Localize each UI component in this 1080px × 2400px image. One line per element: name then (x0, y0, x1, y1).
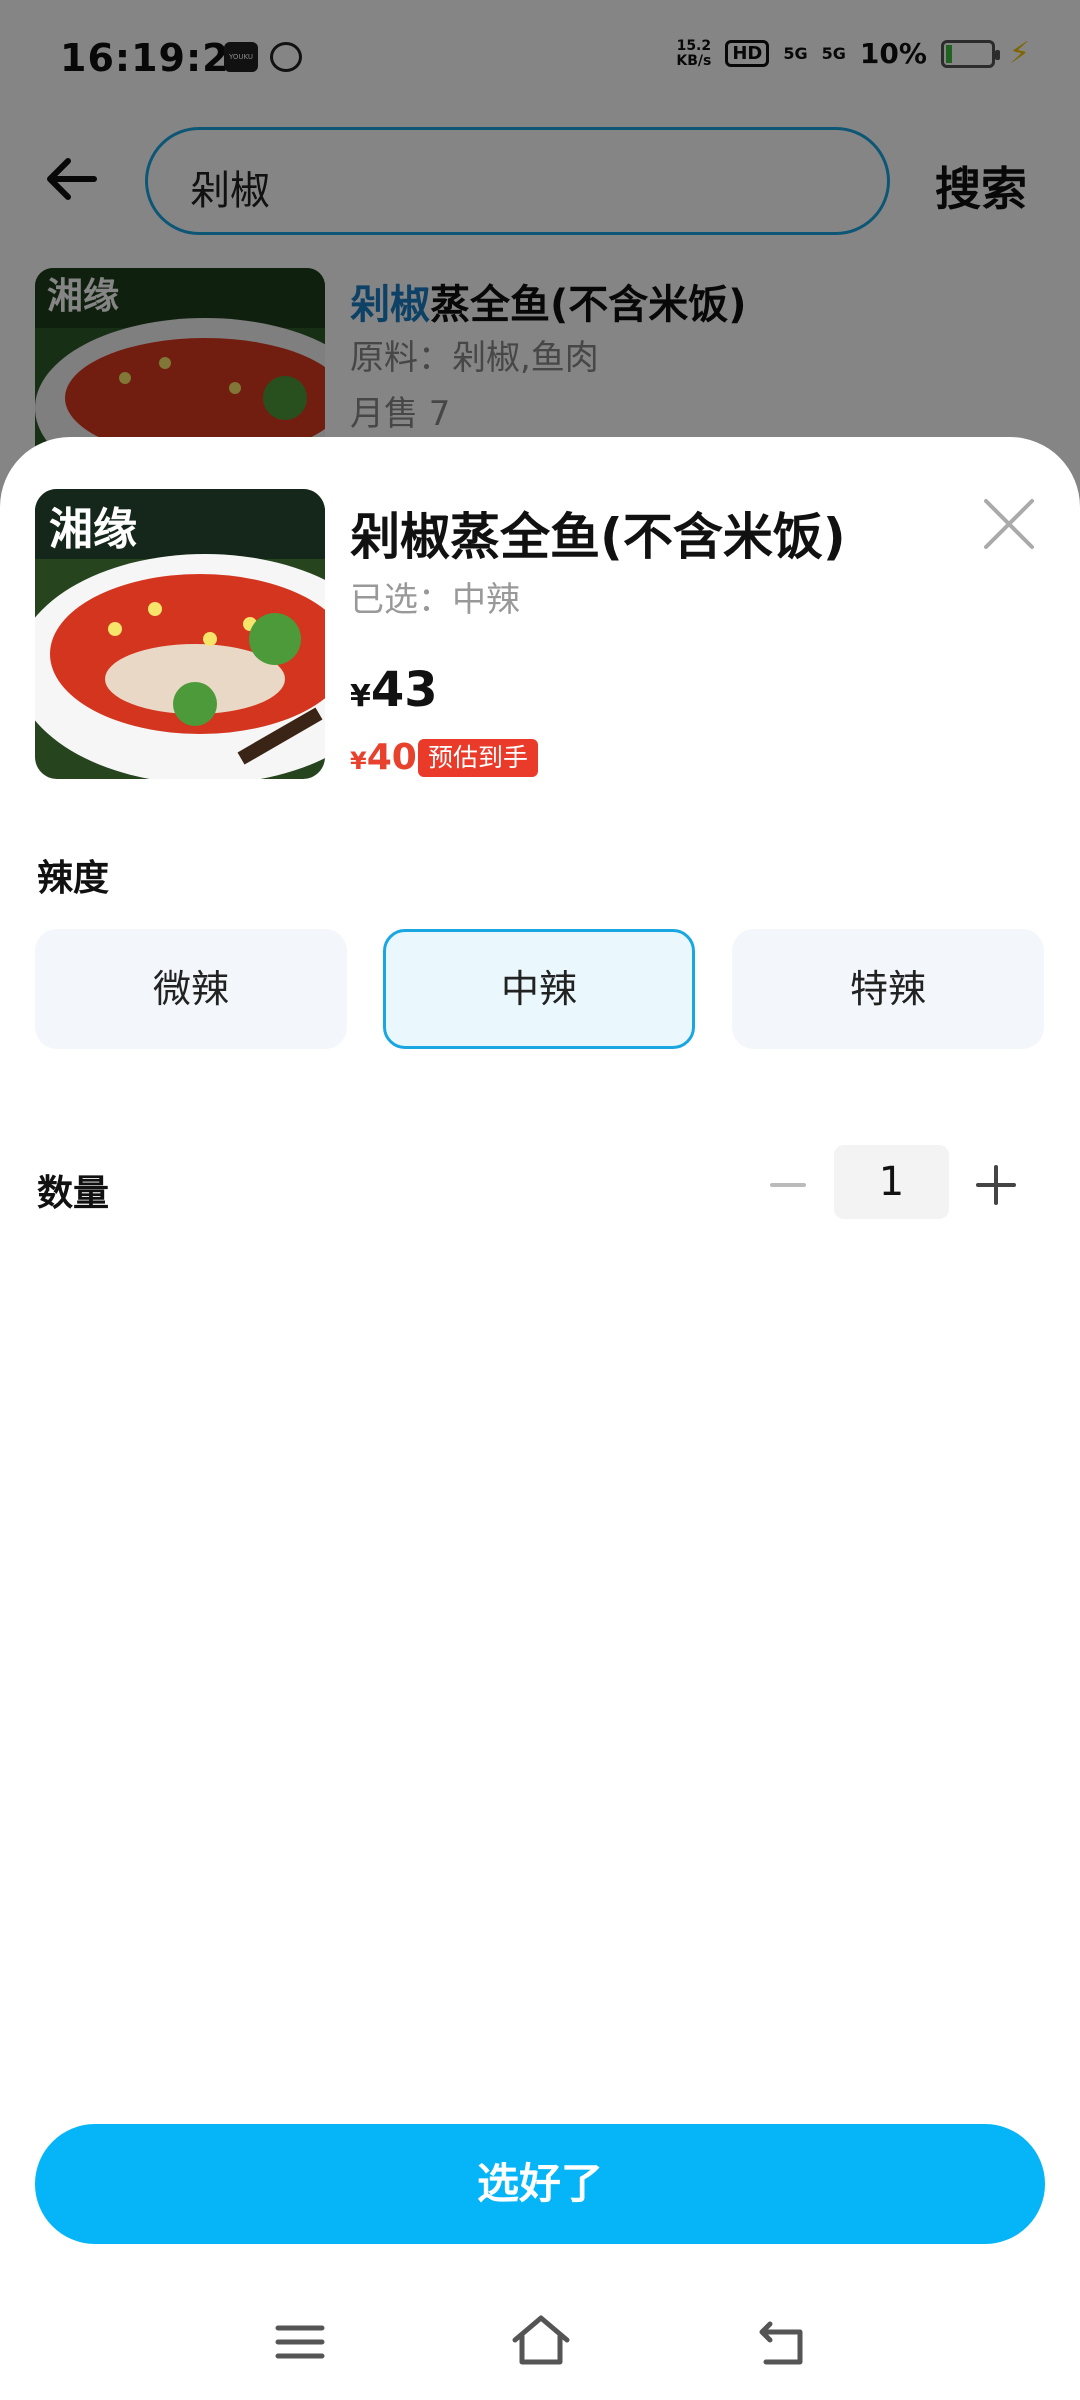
spice-level-label: 辣度 (37, 858, 110, 899)
close-icon[interactable] (980, 495, 1038, 553)
spice-option-mild[interactable]: 微辣 (35, 929, 347, 1049)
dish-title: 剁椒蒸全鱼(不含米饭) (350, 508, 846, 566)
confirm-button[interactable]: 选好了 (35, 2124, 1045, 2244)
selected-spec: 已选：中辣 (350, 580, 520, 620)
logo-text: 湘缘 (49, 504, 137, 555)
estimated-price: ¥40 (350, 737, 417, 778)
system-nav-bar (0, 2292, 1080, 2392)
spice-option-extra-hot[interactable]: 特辣 (732, 929, 1044, 1049)
spice-option-medium[interactable]: 中辣 (383, 929, 695, 1049)
increase-quantity-button[interactable] (968, 1157, 1024, 1213)
back-icon[interactable] (754, 2314, 810, 2370)
spec-selector-sheet: 湘缘 剁椒蒸全鱼(不含米饭) 已选：中辣 ¥43 ¥40 预估到手 辣度 微辣 … (0, 437, 1080, 2400)
decrease-quantity-button[interactable] (760, 1157, 816, 1213)
estimated-badge: 预估到手 (418, 739, 539, 777)
price: ¥43 (350, 662, 438, 718)
menu-icon[interactable] (272, 2314, 328, 2370)
quantity-value[interactable]: 1 (834, 1145, 949, 1219)
home-icon[interactable] (510, 2310, 572, 2370)
quantity-label: 数量 (37, 1173, 110, 1214)
dish-image: 湘缘 (35, 489, 325, 779)
